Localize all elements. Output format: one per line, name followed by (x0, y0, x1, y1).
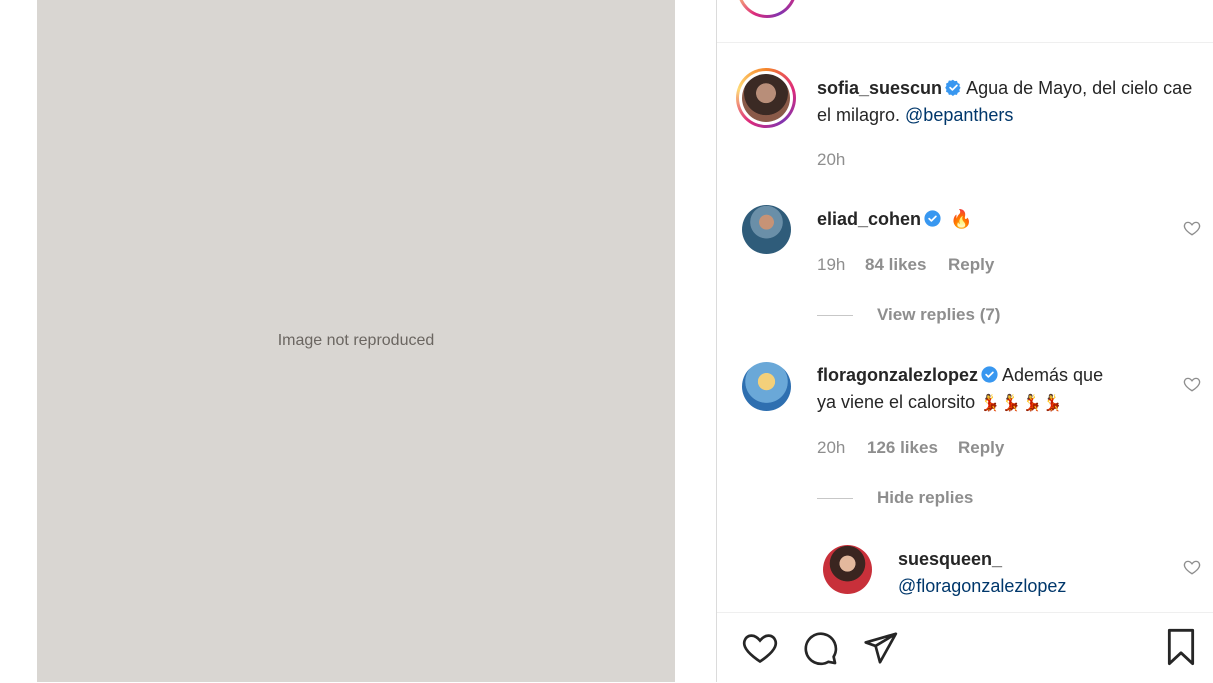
comment-time[interactable]: 20h (817, 438, 845, 458)
post-action-bar (717, 612, 1213, 683)
reply-username[interactable]: suesqueen_ (898, 549, 1002, 569)
like-heart-icon[interactable] (741, 629, 779, 667)
share-paper-plane-icon[interactable] (861, 629, 899, 667)
comment-bubble-icon[interactable] (801, 629, 839, 667)
post-photo[interactable]: Image not reproduced (37, 0, 675, 682)
replies-divider (817, 498, 853, 499)
reply-button[interactable]: Reply (948, 255, 994, 275)
verified-badge-icon (924, 210, 941, 227)
hide-replies-button[interactable]: Hide replies (877, 488, 973, 508)
replies-divider (817, 315, 853, 316)
comment-time[interactable]: 19h (817, 255, 845, 275)
reply-button[interactable]: Reply (958, 438, 1004, 458)
comment-likes[interactable]: 126 likes (867, 438, 938, 458)
comment-username[interactable]: floragonzalezlopez (817, 365, 978, 385)
header-avatar[interactable] (737, 0, 797, 18)
comment-likes[interactable]: 84 likes (865, 255, 926, 275)
dancer-emoji: 💃💃💃💃 (980, 395, 1064, 412)
comment-text-line2: ya viene el calorsito (817, 392, 976, 412)
post-header (717, 0, 1213, 43)
reply-mention-link[interactable]: @floragonzalezlopez (898, 576, 1066, 596)
comment-body: eliad_cohen 🔥 (817, 206, 972, 233)
verified-badge-icon (945, 79, 961, 96)
comment-avatar[interactable] (742, 205, 791, 254)
like-reply-heart-icon[interactable] (1183, 558, 1201, 576)
verified-badge-icon (981, 366, 998, 383)
author-username[interactable]: sofia_suescun (817, 78, 942, 98)
comments-panel: sofia_suescun Agua de Mayo, del cielo cae… (716, 0, 1213, 682)
save-bookmark-icon[interactable] (1163, 627, 1199, 667)
comment-avatar[interactable] (742, 362, 791, 411)
like-comment-heart-icon[interactable] (1183, 219, 1201, 237)
comment-text: 🔥 (950, 209, 973, 229)
like-comment-heart-icon[interactable] (1183, 375, 1201, 393)
reply-avatar[interactable] (823, 545, 872, 594)
author-avatar[interactable] (736, 68, 796, 128)
reply-body: suesqueen_ @floragonzalezlopez (898, 546, 1066, 600)
post-caption: sofia_suescun Agua de Mayo, del cielo cae… (817, 75, 1202, 129)
photo-placeholder-note: Image not reproduced (277, 332, 435, 349)
comment-username[interactable]: eliad_cohen (817, 209, 921, 229)
post-time[interactable]: 20h (817, 150, 845, 170)
view-replies-button[interactable]: View replies (7) (877, 305, 1000, 325)
caption-mention-link[interactable]: @bepanthers (905, 105, 1013, 125)
comment-text-line1: Además que (1002, 365, 1104, 385)
comment-body: floragonzalezlopez Además que ya viene el… (817, 362, 1177, 417)
